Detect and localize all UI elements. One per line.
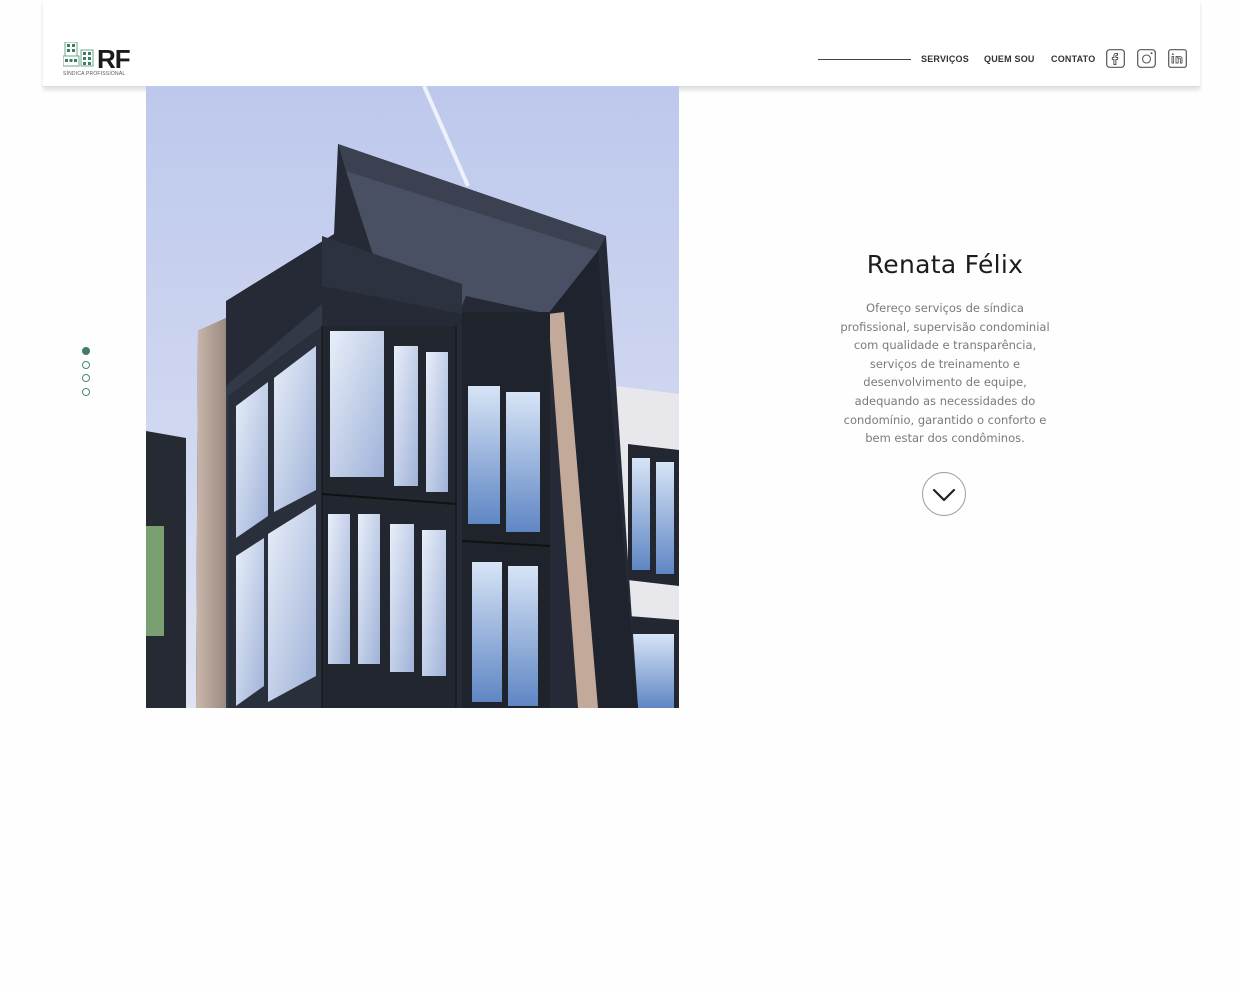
nav-divider-line [818,59,911,60]
hero-building-image [146,86,679,708]
site-header: RF SÍNDICA PROFISSIONAL SERVIÇOS QUEM SO… [43,0,1200,87]
nav-link-contato[interactable]: CONTATO [1051,54,1095,64]
slider-dot-3[interactable] [82,374,90,382]
nav-link-quem-sou[interactable]: QUEM SOU [984,54,1035,64]
logo-text: RF [97,44,131,74]
nav-link-servicos[interactable]: SERVIÇOS [921,54,969,64]
chevron-down-icon [932,488,956,502]
building-logo-icon [63,42,94,67]
logo[interactable]: RF SÍNDICA PROFISSIONAL [63,41,173,81]
slider-dot-2[interactable] [82,361,90,369]
linkedin-icon[interactable] [1168,49,1187,68]
facebook-icon[interactable] [1106,49,1125,68]
slider-dots [82,347,92,399]
intro-title: Renata Félix [866,250,1024,279]
scroll-down-button[interactable] [922,472,966,516]
slider-dot-4[interactable] [82,388,90,396]
intro-text: Ofereço serviços de síndica profissional… [840,301,1050,446]
slider-dot-1[interactable] [82,347,90,355]
logo-tagline: SÍNDICA PROFISSIONAL [63,71,126,77]
instagram-icon[interactable] [1137,49,1156,68]
